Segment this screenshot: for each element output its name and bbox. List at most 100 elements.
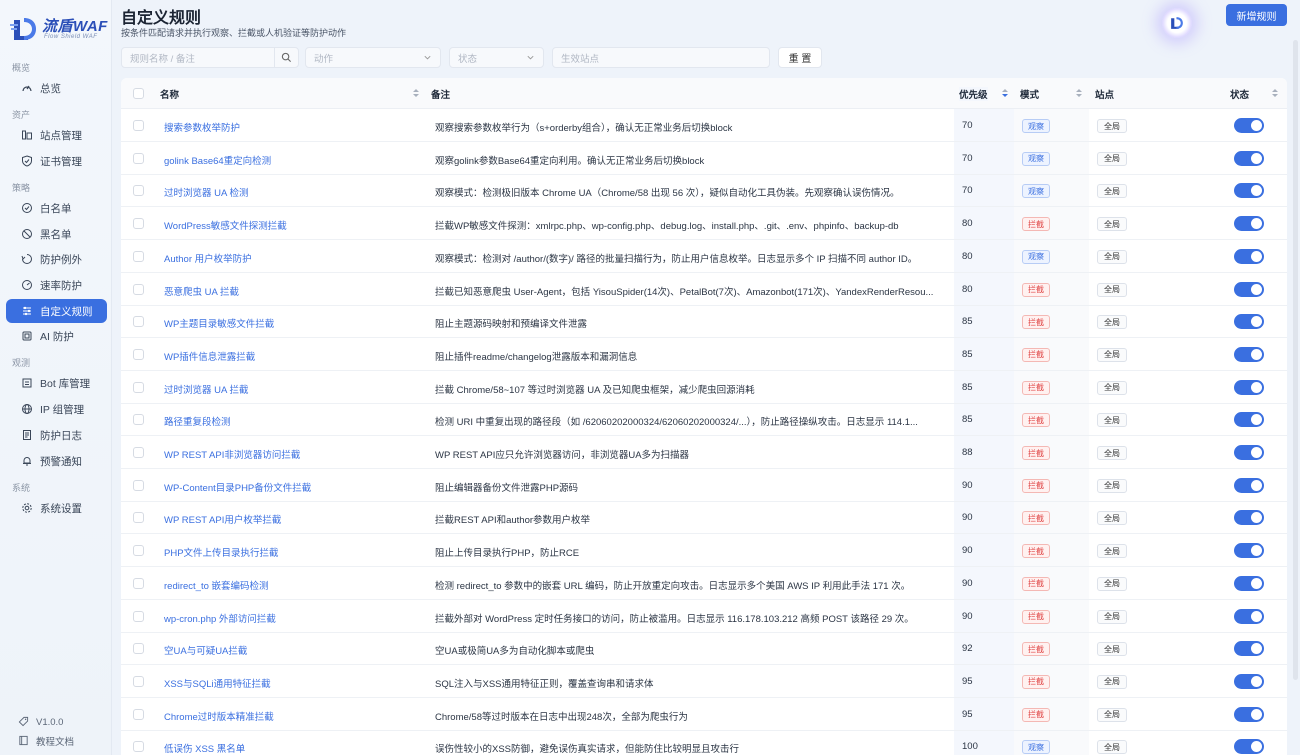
- sidebar-item-overview[interactable]: 总览: [6, 76, 107, 100]
- row-checkbox[interactable]: [133, 708, 144, 720]
- rule-name-link[interactable]: Chrome过时版本精准拦截: [164, 709, 274, 723]
- row-checkbox[interactable]: [133, 348, 144, 360]
- scrollbar[interactable]: [1293, 40, 1298, 680]
- mode-badge: 拦截: [1022, 674, 1050, 689]
- rule-name-link[interactable]: 低误伤 XSS 黑名单: [164, 741, 245, 755]
- row-checkbox[interactable]: [133, 250, 144, 262]
- status-toggle[interactable]: [1234, 510, 1264, 526]
- row-checkbox[interactable]: [133, 447, 144, 458]
- status-toggle[interactable]: [1234, 379, 1264, 395]
- search-input[interactable]: 规则名称 / 备注: [121, 47, 275, 68]
- rule-name-link[interactable]: 搜索参数枚举防护: [164, 120, 240, 134]
- rule-note: 观察模式：检测极旧版本 Chrome UA（Chrome/58 出现 56 次）…: [435, 188, 900, 200]
- row-checkbox[interactable]: [133, 741, 144, 753]
- sidebar-item-sites[interactable]: 站点管理: [6, 123, 107, 147]
- sidebar-item-blacklist[interactable]: 黑名单: [6, 222, 107, 246]
- rule-name-link[interactable]: WP-Content目录PHP备份文件拦截: [164, 480, 311, 494]
- rule-name-link[interactable]: WP主题目录敏感文件拦截: [164, 316, 274, 330]
- sort-icon[interactable]: [1271, 87, 1279, 99]
- row-checkbox[interactable]: [133, 218, 144, 230]
- row-checkbox[interactable]: [133, 479, 144, 491]
- sidebar-item-certs[interactable]: 证书管理: [6, 149, 107, 173]
- status-toggle[interactable]: [1234, 150, 1264, 166]
- row-checkbox[interactable]: [133, 512, 144, 524]
- sort-icon[interactable]: [412, 87, 420, 99]
- action-select[interactable]: 动作: [305, 47, 441, 68]
- status-toggle[interactable]: [1234, 739, 1264, 755]
- sidebar-item-ai-protect[interactable]: AI 防护: [6, 324, 107, 348]
- rule-priority: 80: [962, 250, 973, 262]
- site-badge: 全局: [1097, 707, 1127, 722]
- rule-name-link[interactable]: 过时浏览器 UA 拦截: [164, 382, 248, 396]
- sidebar-item-custom-rules[interactable]: 自定义规则: [6, 299, 107, 323]
- search-button[interactable]: [274, 47, 299, 68]
- rule-name-link[interactable]: golink Base64重定向检测: [164, 153, 271, 167]
- status-toggle[interactable]: [1234, 477, 1264, 493]
- status-toggle[interactable]: [1234, 281, 1264, 297]
- row-checkbox[interactable]: [133, 577, 144, 589]
- row-checkbox[interactable]: [133, 185, 144, 197]
- docs-link[interactable]: 教程文档: [18, 734, 74, 748]
- row-checkbox[interactable]: [133, 675, 144, 687]
- row-checkbox[interactable]: [133, 316, 144, 328]
- rule-name-link[interactable]: 路径重复段检测: [164, 414, 231, 428]
- column-mode[interactable]: 模式: [1020, 87, 1039, 101]
- rule-name-link[interactable]: wp-cron.php 外部访问拦截: [164, 611, 276, 625]
- sort-icon[interactable]: [1001, 87, 1009, 99]
- row-checkbox[interactable]: [133, 381, 144, 393]
- site-badge: 全局: [1097, 119, 1127, 133]
- row-checkbox[interactable]: [133, 643, 144, 655]
- column-name[interactable]: 名称: [160, 87, 179, 101]
- site-select[interactable]: 生效站点: [552, 47, 770, 68]
- row-checkbox[interactable]: [133, 610, 144, 622]
- reset-button[interactable]: 重 置: [778, 47, 822, 68]
- status-toggle[interactable]: [1234, 543, 1264, 559]
- rule-name-link[interactable]: Author 用户枚举防护: [164, 251, 252, 265]
- row-checkbox[interactable]: [133, 120, 144, 131]
- sidebar-item-rate-limit[interactable]: 速率防护: [6, 273, 107, 297]
- status-select[interactable]: 状态: [449, 47, 544, 68]
- rule-name-link[interactable]: XSS与SQLi通用特征拦截: [164, 676, 271, 690]
- rule-name-link[interactable]: 恶意爬虫 UA 拦截: [164, 284, 239, 298]
- sidebar-item-exceptions[interactable]: 防护例外: [6, 247, 107, 271]
- assistant-avatar[interactable]: [1162, 8, 1192, 38]
- rule-name-link[interactable]: WP插件信息泄露拦截: [164, 349, 255, 363]
- rule-name-link[interactable]: 过时浏览器 UA 检测: [164, 185, 248, 199]
- new-rule-button[interactable]: 新增规则: [1226, 4, 1287, 26]
- logo-icon: [1171, 17, 1183, 29]
- row-checkbox[interactable]: [133, 152, 144, 164]
- column-priority[interactable]: 优先级: [959, 87, 988, 101]
- sidebar-item-ip-groups[interactable]: IP 组管理: [6, 397, 107, 421]
- row-checkbox[interactable]: [133, 283, 144, 295]
- status-toggle[interactable]: [1234, 314, 1264, 330]
- sidebar-item-logs[interactable]: 防护日志: [6, 423, 107, 447]
- sidebar-item-alerts[interactable]: 预警通知: [6, 449, 107, 473]
- row-checkbox[interactable]: [133, 545, 144, 557]
- sidebar-item-bot-library[interactable]: Bot 库管理: [6, 371, 107, 395]
- select-all-checkbox[interactable]: [133, 88, 144, 99]
- status-toggle[interactable]: [1234, 575, 1264, 591]
- rule-name-link[interactable]: WP REST API用户枚举拦截: [164, 512, 281, 526]
- column-status[interactable]: 状态: [1230, 87, 1249, 101]
- status-toggle[interactable]: [1234, 673, 1264, 689]
- rule-name-link[interactable]: 空UA与可疑UA拦截: [164, 643, 247, 657]
- status-toggle[interactable]: [1234, 216, 1264, 232]
- rule-name-link[interactable]: WordPress敏感文件探测拦截: [164, 218, 287, 232]
- rule-note: 拦截WP敏感文件探测：xmlrpc.php、wp-config.php、debu…: [435, 221, 899, 233]
- rule-name-link[interactable]: redirect_to 嵌套编码检测: [164, 578, 269, 592]
- status-toggle[interactable]: [1234, 706, 1264, 722]
- rule-name-link[interactable]: PHP文件上传目录执行拦截: [164, 545, 279, 559]
- status-toggle[interactable]: [1234, 641, 1264, 657]
- row-checkbox[interactable]: [133, 414, 144, 426]
- status-toggle[interactable]: [1234, 412, 1264, 428]
- status-toggle[interactable]: [1234, 608, 1264, 624]
- status-toggle[interactable]: [1234, 445, 1264, 460]
- sidebar-item-whitelist[interactable]: 白名单: [6, 196, 107, 220]
- status-toggle[interactable]: [1234, 183, 1264, 199]
- status-toggle[interactable]: [1234, 248, 1264, 264]
- sidebar-item-settings[interactable]: 系统设置: [6, 496, 107, 520]
- rule-name-link[interactable]: WP REST API非浏览器访问拦截: [164, 447, 300, 461]
- sort-icon[interactable]: [1075, 87, 1083, 99]
- status-toggle[interactable]: [1234, 346, 1264, 362]
- status-toggle[interactable]: [1234, 118, 1264, 133]
